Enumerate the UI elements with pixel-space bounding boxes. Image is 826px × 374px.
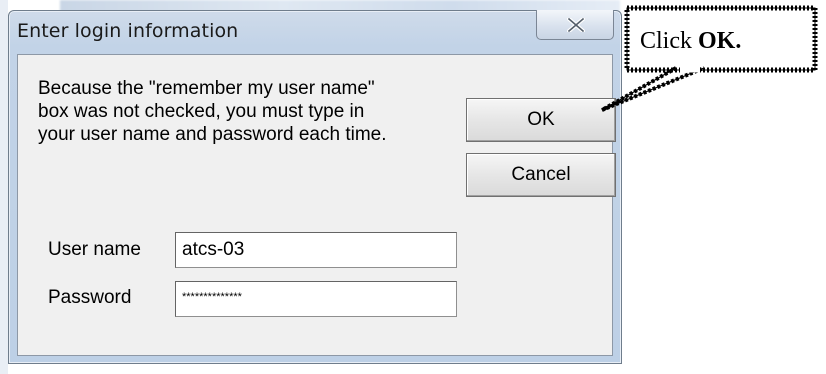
cancel-button[interactable]: Cancel <box>466 153 616 197</box>
instruction-message: Because the "remember my user name" box … <box>38 77 458 146</box>
screenshot-stage: Enter login information Because the "rem… <box>0 0 826 374</box>
callout-text-prefix: Click <box>640 28 692 54</box>
close-button[interactable] <box>536 10 614 40</box>
message-line: your user name and password each time. <box>38 124 387 145</box>
message-line: Because the "remember my user name" <box>38 78 375 99</box>
callout-text: Click OK. <box>640 28 741 55</box>
close-icon <box>567 18 585 32</box>
message-line: box was not checked, you must type in <box>38 101 365 122</box>
user-name-label: User name <box>48 239 141 260</box>
login-dialog: Enter login information Because the "rem… <box>8 10 622 364</box>
dialog-title: Enter login information <box>17 20 239 42</box>
password-label: Password <box>48 287 132 308</box>
title-bar[interactable]: Enter login information <box>9 10 621 55</box>
user-name-field[interactable]: atcs-03 <box>175 232 457 268</box>
callout-text-bold: OK. <box>698 28 742 54</box>
ok-button[interactable]: OK <box>466 98 616 142</box>
dialog-client-area: Because the "remember my user name" box … <box>17 54 616 356</box>
password-field[interactable]: ************** <box>175 281 457 317</box>
background-window-edge <box>0 0 8 374</box>
